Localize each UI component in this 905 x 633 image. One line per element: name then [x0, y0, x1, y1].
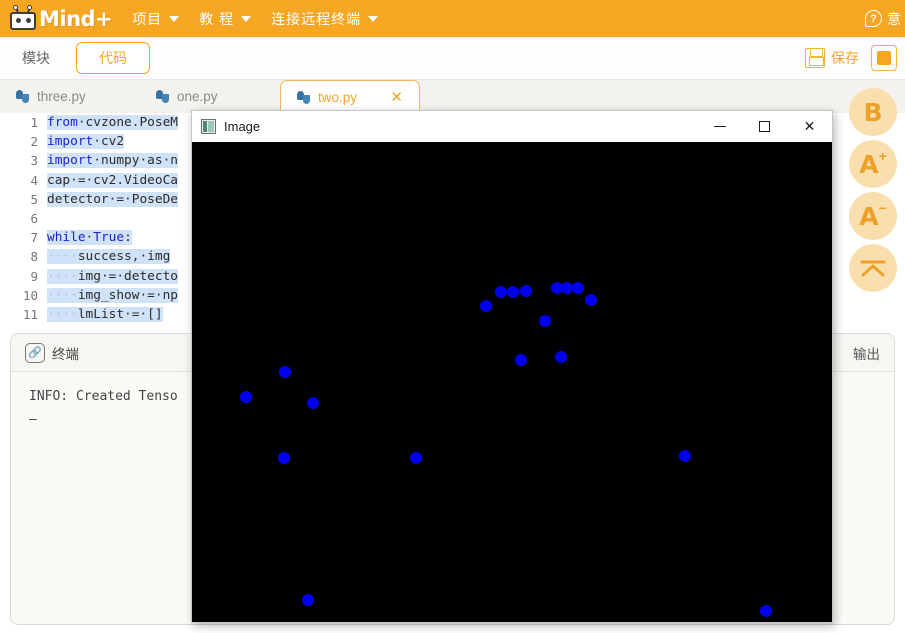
pose-landmark-point — [480, 300, 492, 312]
file-tab-label: two.py — [318, 89, 358, 105]
brand-name: Mind+ — [39, 6, 113, 31]
menu-tutorial-label: 教 程 — [199, 10, 235, 27]
stop-button[interactable] — [871, 45, 897, 71]
tab-module[interactable]: 模块 — [0, 37, 72, 80]
pose-landmark-point — [585, 294, 597, 306]
app-root: Mind+ 项目 教 程 连接远程终端 ? 意 模块 代码 保存 three.p… — [0, 0, 905, 633]
python-icon — [16, 90, 29, 103]
collapse-button[interactable] — [849, 244, 897, 292]
line-number: 10 — [22, 287, 38, 303]
line-number: 6 — [30, 211, 38, 227]
tab-code[interactable]: 代码 — [76, 42, 150, 74]
minimize-icon[interactable] — [697, 111, 742, 142]
tab-output[interactable]: 输出 — [853, 343, 880, 363]
fab-label: B — [863, 97, 883, 127]
code-text[interactable]: while·True: — [47, 230, 132, 246]
menu-project[interactable]: 项目 — [132, 9, 180, 29]
code-text[interactable]: cap·=·cv2.VideoCa — [47, 172, 178, 188]
line-number: 9 — [30, 268, 38, 284]
pose-landmark-point — [410, 452, 422, 464]
code-text[interactable]: ····img_show·=·np — [47, 287, 178, 303]
save-label: 保存 — [831, 50, 859, 66]
font-increase-button[interactable]: A + — [849, 140, 897, 188]
mode-toolbar: 模块 代码 保存 — [0, 37, 905, 80]
window-controls: ✕ — [697, 111, 832, 142]
stop-square-icon — [877, 51, 891, 65]
save-button[interactable]: 保存 — [805, 48, 859, 68]
pose-landmark-point — [760, 605, 772, 617]
code-text[interactable]: import·cv2 — [47, 134, 125, 150]
close-icon[interactable]: ✕ — [787, 111, 832, 142]
close-icon[interactable]: ✕ — [370, 88, 403, 106]
image-window-title: Image — [224, 119, 261, 134]
chevron-down-icon — [368, 15, 379, 22]
pose-landmark-point — [495, 286, 507, 298]
image-canvas — [192, 142, 832, 622]
fab-label: A — [859, 149, 879, 179]
pose-landmark-point — [240, 391, 252, 403]
floating-action-buttons: B A + A − — [849, 88, 897, 296]
app-logo[interactable]: Mind+ — [8, 4, 113, 32]
file-tab-bar: three.py one.py two.py ✕ — [0, 80, 905, 113]
question-mark-icon[interactable]: ? — [865, 10, 882, 27]
line-number: 4 — [30, 172, 38, 188]
menu-remote-terminal[interactable]: 连接远程终端 — [271, 9, 379, 29]
file-tab-one-py[interactable]: one.py — [140, 80, 280, 113]
fab-superscript: + — [878, 148, 887, 164]
image-window[interactable]: Image ✕ — [191, 110, 833, 623]
file-tab-label: three.py — [37, 89, 86, 104]
pose-landmark-point — [278, 452, 290, 464]
toolbar-right-group: 保存 — [805, 45, 897, 71]
menu-tutorial[interactable]: 教 程 — [199, 9, 252, 29]
pose-landmark-point — [555, 351, 567, 363]
line-number: 8 — [30, 249, 38, 265]
fab-label: A — [859, 201, 879, 231]
top-menu-bar: Mind+ 项目 教 程 连接远程终端 ? 意 — [0, 0, 905, 37]
file-tab-label: one.py — [177, 89, 218, 104]
line-number: 1 — [30, 115, 38, 131]
pose-landmark-point — [302, 594, 314, 606]
line-number: 2 — [30, 134, 38, 150]
pose-landmark-point — [279, 366, 291, 378]
fab-superscript: − — [878, 200, 887, 216]
line-number: 11 — [22, 306, 38, 322]
pose-landmark-point — [307, 397, 319, 409]
code-text[interactable]: from·cvzone.PoseM — [47, 115, 178, 131]
floppy-disk-icon — [805, 48, 825, 68]
pose-landmark-point — [507, 286, 519, 298]
image-window-icon — [201, 119, 216, 134]
feedback-label[interactable]: 意 — [887, 9, 901, 29]
menu-remote-terminal-label: 连接远程终端 — [271, 10, 362, 27]
code-text[interactable]: detector·=·PoseDe — [47, 191, 178, 207]
code-text[interactable]: import·numpy·as·n — [47, 153, 178, 169]
maximize-icon[interactable] — [742, 111, 787, 142]
python-icon — [297, 90, 310, 104]
link-icon[interactable]: 🔗 — [25, 342, 45, 363]
code-text[interactable]: ····success,·img — [47, 249, 171, 265]
line-number: 3 — [30, 153, 38, 169]
chevron-down-icon — [241, 15, 252, 22]
pose-landmark-point — [572, 282, 584, 294]
mindplus-robot-icon — [8, 4, 38, 32]
topbar-right-group: ? 意 — [865, 9, 901, 29]
line-number: 5 — [30, 191, 38, 207]
pose-landmark-point — [539, 315, 551, 327]
line-number: 7 — [30, 230, 38, 246]
font-decrease-button[interactable]: A − — [849, 192, 897, 240]
bold-button[interactable]: B — [849, 88, 897, 136]
file-tab-three-py[interactable]: three.py — [0, 80, 140, 113]
file-tab-two-py[interactable]: two.py ✕ — [280, 80, 420, 113]
menu-project-label: 项目 — [132, 10, 163, 27]
python-icon — [156, 90, 169, 103]
code-text[interactable]: ····img·=·detecto — [47, 268, 178, 284]
chevron-up-icon — [860, 260, 886, 277]
pose-landmark-point — [679, 450, 691, 462]
terminal-title: 终端 — [52, 346, 79, 362]
code-text[interactable]: ····lmList·=·[] — [47, 306, 163, 322]
image-window-titlebar[interactable]: Image ✕ — [192, 111, 832, 142]
pose-landmark-point — [515, 354, 527, 366]
pose-landmark-point — [520, 285, 532, 297]
chevron-down-icon — [169, 15, 180, 22]
